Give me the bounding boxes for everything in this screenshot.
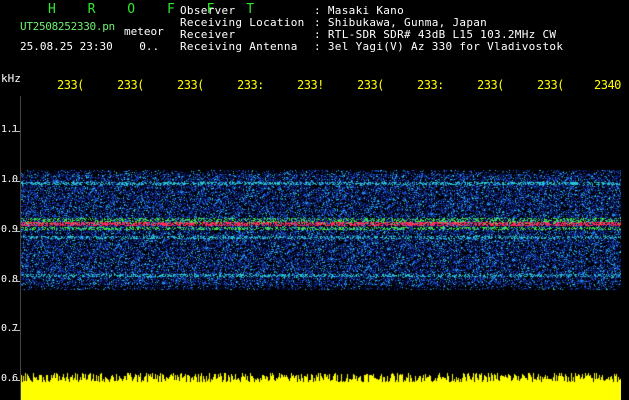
y-axis-ticks (0, 0, 20, 400)
y-tick-mark (12, 281, 20, 282)
x-tick-label: 233( (117, 78, 144, 92)
date-time-value: 25.08.25 23:30 (20, 40, 113, 53)
y-tick-mark (12, 181, 20, 182)
x-tick-label: 233( (177, 78, 204, 92)
y-tick-mark (12, 131, 20, 132)
x-tick-label: 233( (477, 78, 504, 92)
x-tick-label: 233( (357, 78, 384, 92)
spectrogram-canvas (20, 96, 621, 400)
x-tick-label: 233! (297, 78, 324, 92)
y-tick-mark (12, 380, 20, 381)
file-name: UT2508252330.pn (20, 20, 115, 33)
x-tick-label: 233: (417, 78, 444, 92)
antenna-label: Receiving Antenna (180, 40, 298, 53)
x-tick-label: 233: (237, 78, 264, 92)
y-tick-mark (12, 330, 20, 331)
date-time: 25.08.25 23:30 0.. (20, 40, 159, 53)
antenna-row: Receiving Antenna: 3el Yagi(V) Az 330 fo… (180, 40, 563, 53)
x-tick-label: 233( (57, 78, 84, 92)
antenna-value: 3el Yagi(V) Az 330 for Vladivostok (327, 40, 564, 53)
x-tick-label: 233( (537, 78, 564, 92)
counter-value: 0.. (139, 40, 160, 53)
plot-type-label: meteor (124, 25, 164, 38)
y-tick-mark (12, 231, 20, 232)
x-tick-label: 2340 (594, 78, 621, 92)
antenna-sep: : (314, 40, 321, 53)
